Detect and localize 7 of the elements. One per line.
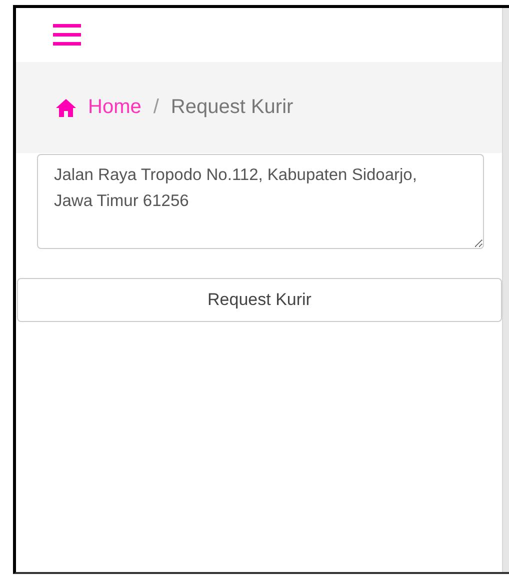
request-button[interactable]: Request Kurir [17,278,502,322]
scrollbar[interactable] [502,8,509,572]
menu-icon[interactable] [53,24,81,46]
breadcrumb-separator: / [153,96,159,119]
breadcrumb-current: Request Kurir [170,96,294,119]
address-field[interactable]: Jalan Raya Tropodo No.112, Kabupaten Sidoarjo, Jawa Timur 61256 [37,154,484,249]
home-icon[interactable] [56,98,76,116]
